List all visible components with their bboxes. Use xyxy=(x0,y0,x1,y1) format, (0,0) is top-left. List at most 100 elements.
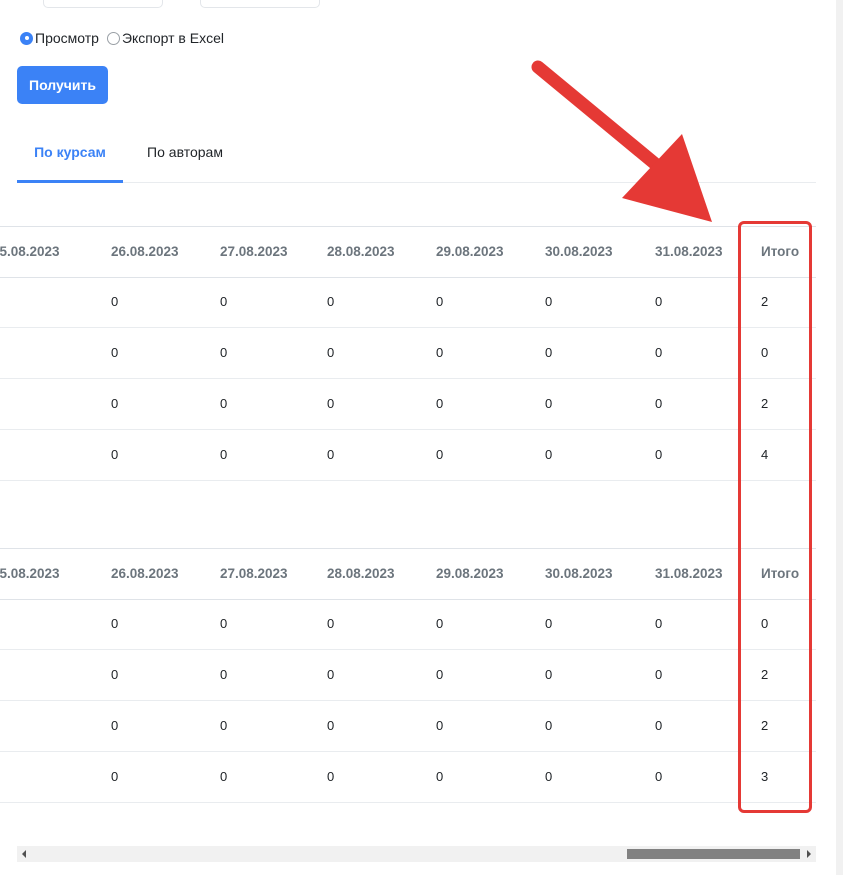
table-cell: 0 xyxy=(655,294,663,309)
stats-table: 25.08.2023 26.08.2023 27.08.2023 28.08.2023… xyxy=(0,548,816,803)
table-cell: 0 xyxy=(327,616,335,631)
total-cell: 4 xyxy=(761,447,769,462)
table-cell: 0 xyxy=(655,396,663,411)
table-cell: 0 xyxy=(436,447,444,462)
report-tabs: По курсам По авторам xyxy=(17,130,816,183)
table-cell: 0 xyxy=(111,616,119,631)
table-cell: 0 xyxy=(111,447,119,462)
tab-by-courses[interactable]: По курсам xyxy=(17,130,123,183)
table-cell: 0 xyxy=(111,345,119,360)
table-cell: 0 xyxy=(111,667,119,682)
date-column-header: 29.08.2023 xyxy=(436,244,504,259)
table-cell: 0 xyxy=(545,345,553,360)
table-cell: 0 xyxy=(545,667,553,682)
table-cell: 0 xyxy=(220,294,228,309)
total-cell: 2 xyxy=(761,718,769,733)
table-cell: 0 xyxy=(545,616,553,631)
table-cell: 0 xyxy=(655,769,663,784)
date-column-header: 30.08.2023 xyxy=(545,566,613,581)
table-cell: 0 xyxy=(545,447,553,462)
table-cell: 0 xyxy=(545,396,553,411)
total-cell: 0 xyxy=(761,616,769,631)
table-row: 0 0 0 0 0 0 0 xyxy=(0,599,816,650)
table-cell: 0 xyxy=(545,718,553,733)
view-radio-label[interactable]: Просмотр xyxy=(35,30,99,46)
table-cell: 0 xyxy=(220,447,228,462)
date-column-header: 25.08.2023 xyxy=(0,566,60,581)
stats-table: 25.08.2023 26.08.2023 27.08.2023 28.08.2023… xyxy=(0,226,816,481)
table-cell: 0 xyxy=(436,769,444,784)
view-radio[interactable] xyxy=(20,31,33,45)
table-cell: 0 xyxy=(111,396,119,411)
total-cell: 0 xyxy=(761,345,769,360)
date-column-header: 31.08.2023 xyxy=(655,244,723,259)
table-cell: 0 xyxy=(327,447,335,462)
table-cell: 0 xyxy=(545,294,553,309)
table-cell: 0 xyxy=(655,718,663,733)
table-row: 0 0 0 0 0 0 4 xyxy=(0,430,816,481)
date-to-input[interactable] xyxy=(200,0,320,8)
table-row: 0 0 0 0 0 0 0 xyxy=(0,328,816,379)
date-column-header: 27.08.2023 xyxy=(220,244,288,259)
table-cell: 0 xyxy=(436,396,444,411)
table-cell: 0 xyxy=(327,769,335,784)
table-cell: 0 xyxy=(436,294,444,309)
date-column-header: 27.08.2023 xyxy=(220,566,288,581)
table-header-row: 25.08.2023 26.08.2023 27.08.2023 28.08.2023… xyxy=(0,226,816,278)
table-header-row: 25.08.2023 26.08.2023 27.08.2023 28.08.2023… xyxy=(0,548,816,600)
total-cell: 2 xyxy=(761,294,769,309)
table-cell: 0 xyxy=(327,294,335,309)
table-cell: 0 xyxy=(111,294,119,309)
table-row: 0 0 0 0 0 0 2 xyxy=(0,379,816,430)
table-cell: 0 xyxy=(436,667,444,682)
date-from-input[interactable] xyxy=(43,0,163,8)
table-cell: 0 xyxy=(111,718,119,733)
date-column-header: 28.08.2023 xyxy=(327,244,395,259)
table-horizontal-scrollbar[interactable] xyxy=(17,846,816,862)
total-column-header: Итого xyxy=(761,244,800,259)
export-excel-radio-label[interactable]: Экспорт в Excel xyxy=(122,30,224,46)
date-column-header: 29.08.2023 xyxy=(436,566,504,581)
table-cell: 0 xyxy=(436,616,444,631)
date-column-header: 28.08.2023 xyxy=(327,566,395,581)
table-cell: 0 xyxy=(220,345,228,360)
table-cell: 0 xyxy=(327,396,335,411)
table-cell: 0 xyxy=(655,616,663,631)
date-column-header: 31.08.2023 xyxy=(655,566,723,581)
page-scrollbar[interactable] xyxy=(836,0,843,875)
scroll-left-arrow-icon[interactable] xyxy=(22,850,26,858)
table-cell: 0 xyxy=(655,345,663,360)
table-cell: 0 xyxy=(220,667,228,682)
total-cell: 3 xyxy=(761,769,769,784)
table-row: 0 0 0 0 0 0 2 xyxy=(0,701,816,752)
date-column-header: 30.08.2023 xyxy=(545,244,613,259)
table-cell: 0 xyxy=(220,718,228,733)
table-row: 0 0 0 0 0 0 2 xyxy=(0,277,816,328)
table-cell: 0 xyxy=(111,769,119,784)
table-cell: 0 xyxy=(545,769,553,784)
output-mode-options: Просмотр Экспорт в Excel xyxy=(20,28,232,48)
date-column-header: 26.08.2023 xyxy=(111,244,179,259)
table-cell: 0 xyxy=(220,616,228,631)
scroll-right-arrow-icon[interactable] xyxy=(807,850,811,858)
get-report-button[interactable]: Получить xyxy=(17,66,108,104)
table-cell: 0 xyxy=(436,345,444,360)
table-cell: 0 xyxy=(655,447,663,462)
tab-by-authors[interactable]: По авторам xyxy=(123,130,247,180)
date-column-header: 26.08.2023 xyxy=(111,566,179,581)
table-row: 0 0 0 0 0 0 2 xyxy=(0,650,816,701)
total-cell: 2 xyxy=(761,396,769,411)
table-cell: 0 xyxy=(220,769,228,784)
scrollbar-thumb[interactable] xyxy=(627,849,800,859)
export-excel-radio[interactable] xyxy=(106,31,120,45)
table-cell: 0 xyxy=(436,718,444,733)
table-cell: 0 xyxy=(327,718,335,733)
total-column-header: Итого xyxy=(761,566,800,581)
table-cell: 0 xyxy=(220,396,228,411)
date-column-header: 25.08.2023 xyxy=(0,244,60,259)
table-cell: 0 xyxy=(655,667,663,682)
table-cell: 0 xyxy=(327,667,335,682)
total-cell: 2 xyxy=(761,667,769,682)
table-cell: 0 xyxy=(327,345,335,360)
table-row: 0 0 0 0 0 0 3 xyxy=(0,752,816,803)
